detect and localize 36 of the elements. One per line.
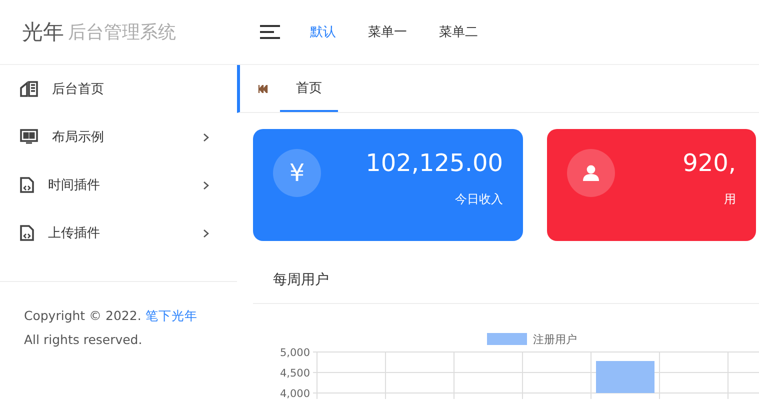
house-icon: [20, 81, 38, 97]
sidebar-item[interactable]: 上传插件: [0, 209, 237, 257]
legend-label: 注册用户: [533, 333, 577, 346]
panel-title: 每周用户: [253, 257, 759, 304]
menu-icon[interactable]: [260, 25, 280, 39]
stat-label: 今日收入: [455, 191, 503, 208]
stat-label: 用: [724, 191, 736, 208]
chevron-right-icon: [203, 132, 209, 142]
monitor-icon: [20, 129, 38, 145]
stat-value: 102,125.00: [366, 149, 503, 177]
chart-bar: [596, 361, 654, 393]
nav-link[interactable]: 菜单二: [423, 23, 494, 41]
yen-icon: ¥: [273, 149, 321, 197]
y-axis-label: 4,000: [280, 388, 310, 399]
logo-mark: 光年: [22, 19, 64, 46]
chevron-right-icon: [203, 228, 209, 238]
sidebar-item[interactable]: 时间插件: [0, 161, 237, 209]
sidebar-label: 上传插件: [48, 225, 101, 242]
y-axis-label: 5,000: [280, 347, 310, 359]
user-icon: [567, 149, 615, 197]
code-file-icon: [20, 225, 34, 241]
nav-link[interactable]: 默认: [294, 23, 352, 41]
sidebar-item[interactable]: 布局示例: [0, 113, 237, 161]
y-axis-label: 4,500: [280, 368, 310, 380]
tab[interactable]: 首页: [280, 65, 338, 112]
author-link[interactable]: 笔下光年: [145, 308, 198, 323]
chevron-right-icon: [203, 180, 209, 190]
stat-value: 920,: [682, 149, 736, 177]
sidebar-label: 时间插件: [48, 177, 101, 194]
nav-link[interactable]: 菜单一: [352, 23, 423, 41]
code-file-icon: [20, 177, 34, 193]
sidebar-label: 布局示例: [52, 129, 105, 146]
copyright-text: Copyright © 2022. 笔下光年 All rights reserved.: [0, 281, 237, 374]
sidebar-item[interactable]: 后台首页: [0, 65, 237, 113]
logo-title: 后台管理系统: [68, 21, 176, 44]
sidebar-label: 后台首页: [52, 81, 105, 98]
